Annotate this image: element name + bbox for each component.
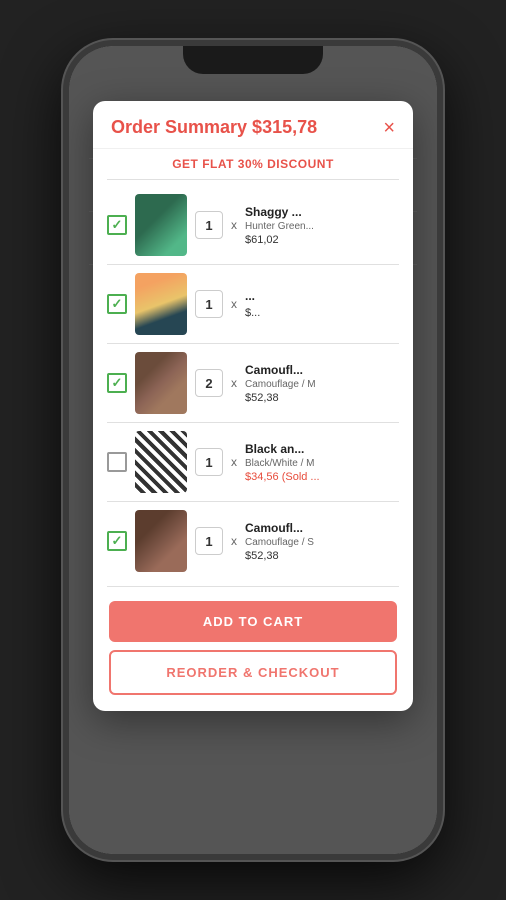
reorder-checkout-button[interactable]: REORDER & CHECKOUT [109,650,397,695]
item-4-thumbnail [135,431,187,493]
item-3-variant: Camouflage / M [245,379,399,390]
list-item: 2 x Camoufl... Camouflage / M $52,38 [93,344,413,422]
discount-banner: GET FLAT 30% DISCOUNT [93,149,413,179]
item-2-info: ... $... [245,289,399,319]
add-to-cart-button[interactable]: ADD TO CART [109,601,397,642]
modal-overlay: Order Summary $315,78 × GET FLAT 30% DIS… [69,46,437,854]
list-item: 1 x Shaggy ... Hunter Green... $61,02 [93,186,413,264]
item-3-qty[interactable]: 2 [195,369,223,397]
item-1-x-symbol: x [231,218,237,232]
item-5-variant: Camouflage / S [245,537,399,548]
item-4-checkbox[interactable] [107,452,127,472]
item-3-x-symbol: x [231,376,237,390]
item-1-info: Shaggy ... Hunter Green... $61,02 [245,205,399,246]
close-button[interactable]: × [383,118,395,138]
item-1-variant: Hunter Green... [245,221,399,232]
item-1-thumbnail [135,194,187,256]
item-4-name: Black an... [245,442,399,456]
phone-shell: Payment Status Pending Fulfillment Statu… [63,40,443,860]
item-2-x-symbol: x [231,297,237,311]
item-4-variant: Black/White / M [245,458,399,469]
item-2-qty[interactable]: 1 [195,290,223,318]
item-1-checkbox[interactable] [107,215,127,235]
items-list: 1 x Shaggy ... Hunter Green... $61,02 [93,180,413,586]
list-item: 1 x Black an... Black/White / M $34,56 (… [93,423,413,501]
buttons-area: ADD TO CART REORDER & CHECKOUT [93,587,413,711]
item-5-name: Camoufl... [245,521,399,535]
item-3-name: Camoufl... [245,363,399,377]
item-5-checkbox[interactable] [107,531,127,551]
modal-header: Order Summary $315,78 × [93,101,413,149]
item-5-info: Camoufl... Camouflage / S $52,38 [245,521,399,562]
item-4-qty[interactable]: 1 [195,448,223,476]
item-2-name: ... [245,289,399,303]
item-3-thumbnail [135,352,187,414]
item-5-price: $52,38 [245,550,399,562]
item-3-price: $52,38 [245,392,399,404]
item-3-info: Camoufl... Camouflage / M $52,38 [245,363,399,404]
item-5-thumbnail [135,510,187,572]
item-4-price: $34,56 (Sold ... [245,471,399,483]
item-5-x-symbol: x [231,534,237,548]
item-4-x-symbol: x [231,455,237,469]
list-item: 1 x ... $... [93,265,413,343]
item-1-name: Shaggy ... [245,205,399,219]
list-item: 1 x Camoufl... Camouflage / S $52,38 [93,502,413,580]
item-1-qty[interactable]: 1 [195,211,223,239]
item-3-checkbox[interactable] [107,373,127,393]
item-4-info: Black an... Black/White / M $34,56 (Sold… [245,442,399,483]
phone-screen: Payment Status Pending Fulfillment Statu… [69,46,437,854]
modal-title: Order Summary $315,78 [111,117,317,138]
order-summary-modal: Order Summary $315,78 × GET FLAT 30% DIS… [93,101,413,711]
item-2-thumbnail [135,273,187,335]
item-2-price: $... [245,307,399,319]
item-5-qty[interactable]: 1 [195,527,223,555]
item-1-price: $61,02 [245,234,399,246]
item-2-checkbox[interactable] [107,294,127,314]
phone-notch [183,46,323,74]
